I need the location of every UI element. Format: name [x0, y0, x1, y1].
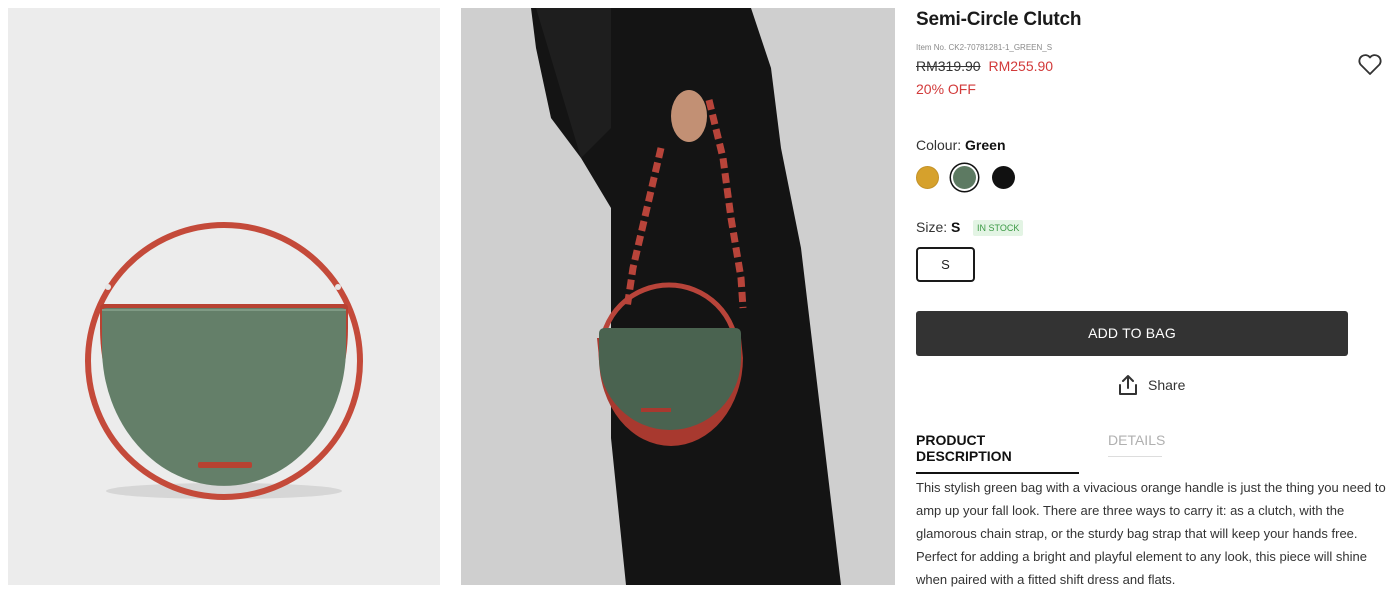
discount-label: 20% OFF: [916, 81, 976, 97]
tab-product-description[interactable]: PRODUCT DESCRIPTION: [916, 432, 1079, 474]
product-info: Semi-Circle Clutch Item No. CK2-70781281…: [916, 0, 1386, 598]
colour-label: Colour: Green: [916, 137, 1006, 153]
share-button[interactable]: Share: [1116, 372, 1185, 398]
product-image-main[interactable]: [8, 8, 440, 585]
share-icon: [1119, 375, 1137, 395]
swatch-black[interactable]: [992, 166, 1015, 189]
swatch-mustard[interactable]: [916, 166, 939, 189]
product-description: This stylish green bag with a vivacious …: [916, 480, 1386, 587]
product-image-model[interactable]: [461, 8, 895, 585]
bag-illustration: [85, 222, 363, 500]
product-title: Semi-Circle Clutch: [916, 9, 1082, 30]
size-selected: S: [951, 219, 961, 235]
item-number: Item No. CK2-70781281-1_GREEN_S: [916, 43, 1053, 52]
model-illustration: [461, 8, 895, 585]
sale-price: RM255.90: [988, 58, 1054, 74]
share-label: Share: [1148, 377, 1186, 393]
colour-label-text: Colour:: [916, 137, 962, 153]
tab-details[interactable]: DETAILS: [1108, 432, 1165, 457]
old-price: RM319.90: [916, 58, 981, 74]
stock-badge: IN STOCK: [973, 220, 1024, 236]
size-label: Size: S: [916, 219, 960, 235]
swatch-green[interactable]: [953, 166, 976, 189]
colour-selected: Green: [965, 137, 1006, 153]
size-option-s[interactable]: S: [916, 247, 975, 282]
price-row: RM319.90 RM255.90: [916, 58, 1053, 74]
add-to-bag-button[interactable]: ADD TO BAG: [916, 311, 1348, 356]
size-label-text: Size:: [916, 219, 948, 235]
heart-icon[interactable]: [1357, 53, 1383, 77]
